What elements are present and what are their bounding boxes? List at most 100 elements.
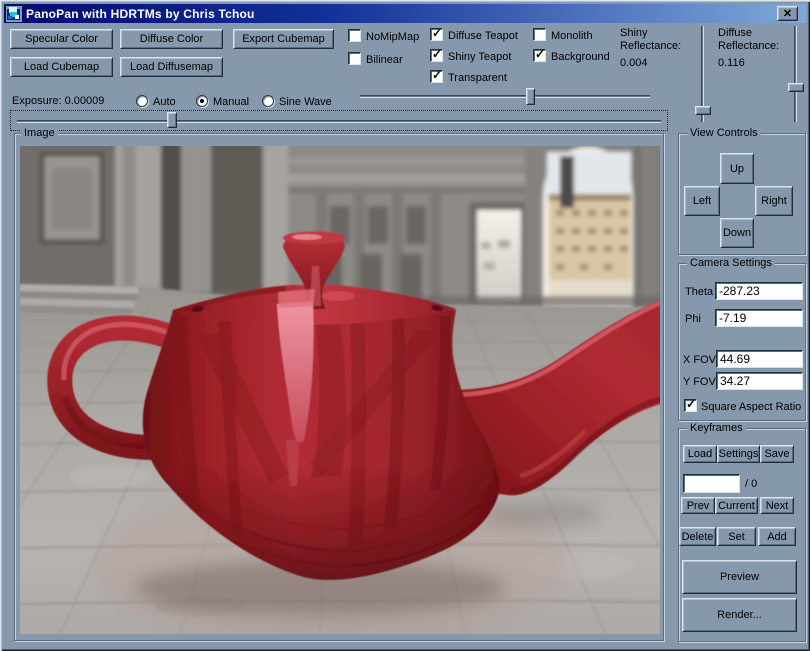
checkbox-diffuse-teapot[interactable] (430, 28, 443, 41)
radio-auto-label: Auto (153, 96, 176, 108)
kf-add-label: Add (767, 531, 787, 543)
kf-save-button[interactable]: Save (760, 445, 794, 463)
diffuse-reflectance-label: Diffuse Reflectance: (718, 27, 798, 53)
kf-delete-button[interactable]: Delete (679, 527, 716, 546)
render-image[interactable] (20, 146, 660, 634)
shiny-reflectance-slider[interactable] (694, 26, 712, 122)
yfov-label: Y FOV (683, 376, 716, 388)
checkbox-bilinear-label: Bilinear (366, 54, 403, 66)
view-controls-group: View Controls Up Left Right Down (678, 133, 806, 255)
exposure-slider-track[interactable] (17, 120, 661, 123)
checkbox-nomipmap-label: NoMipMap (366, 31, 419, 43)
radio-sine-wave-label: Sine Wave (279, 96, 332, 108)
kf-prev-button[interactable]: Prev (681, 497, 715, 514)
load-cubemap-button[interactable]: Load Cubemap (10, 57, 113, 77)
checkbox-shiny-teapot[interactable] (430, 49, 443, 62)
view-controls-label: View Controls (687, 127, 761, 139)
kf-set-label: Set (728, 531, 745, 543)
render-button[interactable]: Render... (682, 598, 797, 632)
kf-add-button[interactable]: Add (758, 527, 796, 546)
app-window: PanoPan with HDRTMs by Chris Tchou ✕ Spe… (0, 0, 810, 651)
exposure-label: Exposure: 0.00009 (12, 95, 104, 107)
view-down-button[interactable]: Down (720, 218, 754, 248)
phi-label: Phi (685, 313, 701, 325)
xfov-field[interactable] (716, 350, 803, 368)
kf-current-button[interactable]: Current (715, 497, 758, 514)
title-bar[interactable]: PanoPan with HDRTMs by Chris Tchou ✕ (4, 4, 806, 23)
radio-sine-wave[interactable] (262, 95, 274, 107)
diffuse-color-label: Diffuse Color (140, 33, 203, 45)
shiny-reflectance-value: 0.004 (620, 57, 648, 69)
view-up-label: Up (730, 163, 744, 175)
diffuse-reflectance-slider-track[interactable] (794, 26, 797, 122)
kf-set-button[interactable]: Set (717, 527, 756, 546)
kf-load-button[interactable]: Load (683, 445, 717, 463)
close-button[interactable]: ✕ (777, 6, 798, 21)
view-right-label: Right (761, 195, 787, 207)
specular-color-button[interactable]: Specular Color (10, 29, 113, 49)
load-diffusemap-button[interactable]: Load Diffusemap (120, 57, 223, 77)
kf-next-button[interactable]: Next (760, 497, 794, 514)
diffuse-color-button[interactable]: Diffuse Color (120, 29, 223, 49)
theta-label: Theta (685, 286, 713, 298)
specular-color-label: Specular Color (25, 33, 98, 45)
checkbox-monolith[interactable] (533, 28, 546, 41)
shiny-reflectance-label: Shiny Reflectance: (620, 27, 692, 53)
kf-current-label: Current (718, 500, 755, 512)
theta-field[interactable] (715, 282, 803, 300)
kf-next-label: Next (766, 500, 789, 512)
preview-button[interactable]: Preview (682, 560, 797, 594)
kf-prev-label: Prev (687, 500, 710, 512)
shiny-horizontal-slider-thumb[interactable] (526, 88, 535, 105)
spout-shadow (480, 501, 600, 527)
checkbox-background-label: Background (551, 51, 610, 63)
diffuse-reflectance-slider[interactable] (787, 26, 805, 122)
export-cubemap-button[interactable]: Export Cubemap (233, 29, 334, 49)
checkbox-shiny-teapot-label: Shiny Teapot (448, 51, 511, 63)
yfov-field[interactable] (716, 372, 803, 390)
kf-counter-field[interactable] (683, 474, 740, 493)
load-cubemap-label: Load Cubemap (24, 61, 99, 73)
checkbox-transparent[interactable] (430, 70, 443, 83)
kf-counter-suffix: / 0 (745, 478, 757, 490)
xfov-label: X FOV (683, 354, 716, 366)
square-aspect-label: Square Aspect Ratio (701, 401, 801, 413)
shiny-reflectance-slider-thumb[interactable] (695, 106, 711, 115)
checkbox-background[interactable] (533, 49, 546, 62)
checkbox-nomipmap[interactable] (348, 29, 361, 42)
exposure-slider-thumb[interactable] (167, 112, 177, 128)
diffuse-reflectance-value: 0.116 (718, 57, 745, 69)
radio-manual-label: Manual (213, 96, 249, 108)
checkbox-diffuse-teapot-label: Diffuse Teapot (448, 30, 518, 42)
kf-save-label: Save (764, 448, 789, 460)
load-diffusemap-label: Load Diffusemap (130, 61, 213, 73)
view-left-button[interactable]: Left (684, 186, 720, 216)
view-up-button[interactable]: Up (720, 153, 754, 184)
exposure-slider[interactable] (10, 110, 668, 131)
view-right-button[interactable]: Right (755, 186, 793, 216)
shiny-horizontal-slider-track[interactable] (360, 95, 650, 98)
phi-field[interactable] (715, 309, 803, 327)
radio-auto[interactable] (136, 95, 148, 107)
export-cubemap-label: Export Cubemap (242, 33, 325, 45)
kf-delete-label: Delete (682, 531, 714, 543)
preview-label: Preview (720, 571, 759, 583)
checkbox-bilinear[interactable] (348, 52, 361, 65)
kf-load-label: Load (688, 448, 712, 460)
view-left-label: Left (693, 195, 711, 207)
checkbox-monolith-label: Monolith (551, 30, 593, 42)
image-group-label: Image (21, 127, 58, 139)
keyframes-label: Keyframes (687, 422, 746, 434)
camera-settings-group: Camera Settings Theta Phi X FOV Y FOV Sq… (678, 263, 806, 421)
radio-manual[interactable] (196, 95, 208, 107)
app-icon (6, 6, 22, 22)
shiny-horizontal-slider[interactable] (356, 88, 654, 106)
checkbox-square-aspect[interactable] (684, 399, 697, 412)
kf-settings-label: Settings (719, 448, 759, 460)
diffuse-reflectance-slider-thumb[interactable] (788, 83, 804, 92)
checkbox-transparent-label: Transparent (448, 72, 507, 84)
kf-settings-button[interactable]: Settings (717, 445, 760, 463)
close-icon: ✕ (783, 7, 792, 20)
render-label: Render... (717, 609, 762, 621)
keyframes-group: Keyframes Load Settings Save / 0 Prev Cu… (678, 428, 806, 642)
